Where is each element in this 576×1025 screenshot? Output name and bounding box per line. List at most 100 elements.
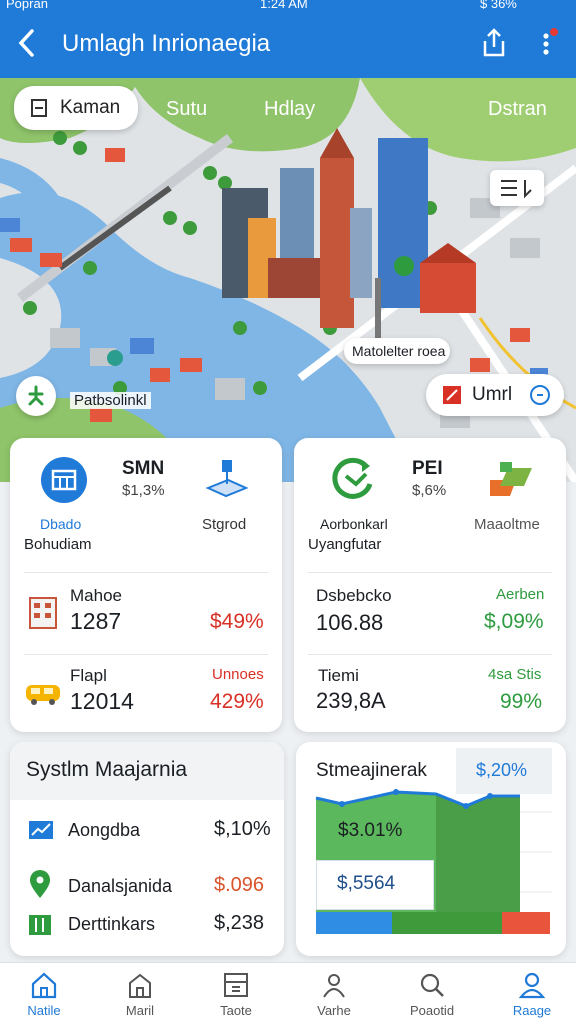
metric-subvalue: $1,3% bbox=[122, 482, 165, 499]
battery: $ 36% bbox=[480, 0, 517, 11]
search-icon bbox=[420, 973, 444, 997]
divider bbox=[308, 654, 552, 655]
divider bbox=[24, 572, 268, 573]
row-label: Aongdba bbox=[68, 820, 141, 840]
bus-icon bbox=[26, 685, 60, 705]
chart-trend-icon bbox=[29, 821, 53, 839]
row-label: Danalsjanida bbox=[68, 876, 173, 896]
flag-icon bbox=[443, 386, 461, 404]
row-value: $,238 bbox=[214, 912, 265, 934]
map-place-label: Matolelter roea bbox=[344, 338, 450, 364]
map-area-label: Hdlay bbox=[264, 98, 316, 120]
card-title: Systlm Maajarnia bbox=[26, 758, 188, 781]
row-label: Dsbebcko bbox=[316, 586, 392, 605]
status-bar: Popran 1:24 AM $ 36% bbox=[0, 0, 576, 12]
nav-label: Taote bbox=[220, 1003, 252, 1018]
list-item[interactable]: Derttinkars $,238 bbox=[10, 906, 284, 944]
map-pin-icon bbox=[30, 870, 50, 898]
system-card: Systlm Maajarnia Aongdba $,10% Danalsjan… bbox=[10, 742, 284, 956]
nav-item-profile[interactable]: Varhe bbox=[294, 963, 374, 1025]
metric-icon-label: Stgrod bbox=[202, 516, 247, 533]
nav-label: Raage bbox=[512, 1003, 552, 1018]
bottom-nav: Natile Maril Taote Varhe Poaotid Raage bbox=[0, 962, 576, 1025]
map-illustration bbox=[0, 78, 576, 482]
delivery-truck-icon bbox=[490, 462, 532, 496]
metric-icon-label: Aorbonkarl bbox=[320, 516, 388, 532]
building-icon bbox=[29, 597, 57, 629]
row-value: 106.88 bbox=[316, 610, 384, 635]
row-label: Derttinkars bbox=[68, 914, 156, 934]
row-value: 12014 bbox=[70, 688, 134, 714]
row-change-label: Unnoes bbox=[212, 666, 264, 683]
map-action-chip[interactable]: Umrl bbox=[426, 374, 564, 416]
map-filter-button[interactable] bbox=[490, 170, 544, 206]
metric-row[interactable]: Flapl 12014 Unnoes 429% bbox=[10, 658, 282, 732]
metric-icon-sub: Bohudiam bbox=[24, 536, 92, 553]
metric-title: PEI bbox=[412, 458, 443, 479]
metric-row[interactable]: Tiemi 239,8A 4sa Stis 99% bbox=[294, 658, 566, 732]
row-change-label: Aerben bbox=[496, 586, 545, 603]
metric-icon-label: Maaoltme bbox=[474, 516, 540, 533]
row-label: Flapl bbox=[70, 666, 107, 685]
place-label-text: Matolelter roea bbox=[352, 343, 446, 359]
chat-icon bbox=[530, 385, 550, 405]
table-grid-icon bbox=[29, 915, 51, 935]
city-map[interactable]: Kaman Sutu Hdlay Dstran Matolelter roea … bbox=[0, 78, 576, 482]
nav-label: Natile bbox=[27, 1003, 61, 1018]
list-item[interactable]: Aongdba $,10% bbox=[10, 812, 284, 850]
nav-item-account[interactable]: Raage bbox=[492, 963, 572, 1025]
document-icon bbox=[31, 99, 47, 117]
map-area-label: Sutu bbox=[166, 98, 208, 120]
nav-label: Poaotid bbox=[409, 1003, 455, 1018]
calculator-icon bbox=[224, 973, 248, 997]
row-value: 239,8A bbox=[316, 688, 386, 713]
place-label-text: Patbsolinkl bbox=[74, 392, 147, 409]
map-location-icon bbox=[205, 460, 249, 498]
person-icon bbox=[323, 974, 345, 998]
clock: 1:24 AM bbox=[260, 0, 308, 11]
row-change: $49% bbox=[210, 610, 264, 633]
row-value: $.096 bbox=[214, 874, 265, 896]
row-change-label: 4sa Stis bbox=[488, 666, 542, 683]
user-icon bbox=[518, 972, 546, 999]
nav-label: Maril bbox=[125, 1003, 155, 1018]
nav-item-search[interactable]: Poaotid bbox=[392, 963, 472, 1025]
nav-item-table[interactable]: Taote bbox=[196, 963, 276, 1025]
metrics-card-right: PEI $,6% Aorbonkarl Uyangfutar Maaoltme … bbox=[294, 438, 566, 732]
metric-subvalue: $,6% bbox=[412, 482, 447, 499]
share-button[interactable] bbox=[480, 28, 508, 58]
refresh-sync-icon bbox=[332, 457, 373, 499]
row-value: 1287 bbox=[70, 608, 122, 634]
metric-title: SMN bbox=[122, 458, 165, 479]
row-label: Mahoe bbox=[70, 586, 122, 605]
map-action-label: Umrl bbox=[472, 384, 513, 405]
grid-calendar-icon bbox=[41, 457, 87, 503]
person-walking-icon bbox=[28, 385, 44, 406]
nav-item-home[interactable]: Natile bbox=[4, 963, 84, 1025]
map-search-label: Kaman bbox=[60, 97, 121, 118]
map-area-label: Dstran bbox=[488, 98, 547, 120]
divider bbox=[24, 654, 268, 655]
more-button[interactable] bbox=[534, 26, 558, 60]
metrics-card-left: SMN $1,3% Dbado Bohudiam Stgrod Mahoe 12… bbox=[10, 438, 282, 732]
chart-value-text: $,5564 bbox=[337, 873, 396, 894]
list-item[interactable]: Danalsjanida $.096 bbox=[10, 866, 284, 904]
chart-value-text: $3.01% bbox=[338, 820, 403, 841]
row-change: 99% bbox=[500, 690, 543, 713]
chart-card[interactable]: Stmeajinerak $,20% $3.01% $,5564 bbox=[296, 742, 566, 956]
map-search-chip[interactable]: Kaman bbox=[14, 86, 138, 130]
row-label: Tiemi bbox=[318, 666, 359, 685]
metric-row[interactable]: Dsbebcko 106.88 Aerben $,09% bbox=[294, 578, 566, 652]
nav-label: Varhe bbox=[317, 1003, 351, 1018]
home-icon bbox=[31, 972, 57, 999]
map-locate-button[interactable] bbox=[16, 376, 56, 416]
metric-icon-label: Dbado bbox=[40, 516, 82, 532]
more-vertical-icon bbox=[543, 28, 558, 55]
metric-row[interactable]: Mahoe 1287 $49% bbox=[10, 578, 282, 652]
map-place-label: Patbsolinkl bbox=[70, 392, 151, 409]
nav-item-buildings[interactable]: Maril bbox=[100, 963, 180, 1025]
app-bar: Umlagh Inrionaegia bbox=[0, 12, 576, 78]
chevron-left-icon bbox=[18, 29, 34, 57]
back-button[interactable] bbox=[12, 26, 42, 60]
carrier: Popran bbox=[6, 0, 48, 11]
